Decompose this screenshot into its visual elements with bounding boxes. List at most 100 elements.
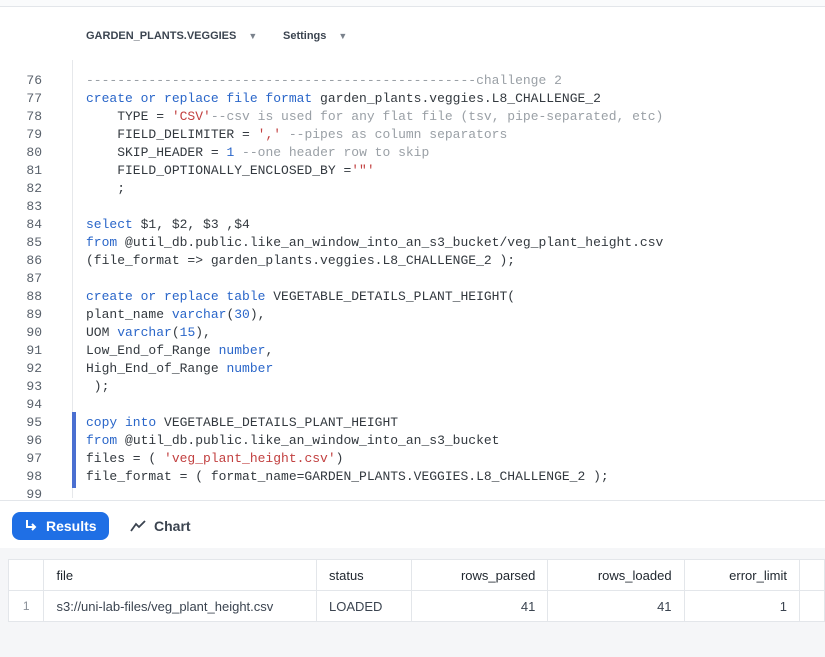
code-token: select (86, 217, 141, 232)
table-row[interactable]: 1 s3://uni-lab-files/veg_plant_height.cs… (7, 590, 825, 622)
code-line[interactable]: 90 UOM varchar(15), (0, 324, 825, 342)
code-token: 30 (234, 307, 250, 322)
code-token: Low_End_of_Range (86, 343, 219, 358)
tab-chart[interactable]: Chart (130, 512, 191, 540)
code-token: file_format = ( format_name=GARDEN_PLANT… (86, 469, 609, 484)
column-header-rows-loaded[interactable]: rows_loaded (547, 559, 685, 591)
code-line[interactable]: 81 FIELD_OPTIONALLY_ENCLOSED_BY ='"' (0, 162, 825, 180)
code-line[interactable]: 84 select $1, $2, $3 ,$4 (0, 216, 825, 234)
code-text: create or replace file format garden_pla… (86, 90, 601, 108)
database-context-selector[interactable]: GARDEN_PLANTS.VEGGIES ▼ (86, 30, 257, 42)
line-number: 99 (26, 487, 42, 498)
code-line[interactable]: 82 ; (0, 180, 825, 198)
code-line[interactable]: 97 files = ( 'veg_plant_height.csv') (0, 450, 825, 468)
line-number: 79 (26, 127, 42, 142)
code-token: 'veg_plant_height.csv' (164, 451, 336, 466)
chevron-down-icon: ▼ (338, 31, 348, 41)
code-token: TYPE = (86, 109, 172, 124)
code-token: number (218, 343, 266, 358)
code-line[interactable]: 94 (0, 396, 825, 414)
code-line[interactable]: 95 copy into VEGETABLE_DETAILS_PLANT_HEIG… (0, 414, 825, 432)
code-line[interactable]: 99 (0, 486, 825, 498)
line-number: 91 (26, 343, 42, 358)
settings-label: Settings (283, 30, 327, 42)
line-number: 83 (26, 199, 42, 214)
code-token: ----------------------------------------… (86, 73, 562, 88)
column-header-rows-parsed[interactable]: rows_parsed (411, 559, 549, 591)
code-text: FIELD_DELIMITER = ',' --pipes as column … (86, 126, 507, 144)
settings-menu[interactable]: Settings ▼ (283, 30, 347, 42)
tab-results-label: Results (46, 518, 97, 534)
column-header-file[interactable]: file (43, 559, 317, 591)
line-chart-icon (130, 519, 146, 533)
code-text: FIELD_OPTIONALLY_ENCLOSED_BY ='"' (86, 162, 374, 180)
worksheet-toolbar: GARDEN_PLANTS.VEGGIES ▼ Settings ▼ (0, 22, 825, 52)
line-number: 93 (26, 379, 42, 394)
code-text: file_format = ( format_name=GARDEN_PLANT… (86, 468, 609, 486)
code-token: create or replace table (86, 289, 274, 304)
top-border (0, 0, 825, 7)
code-line[interactable]: 96 from @util_db.public.like_an_window_in… (0, 432, 825, 450)
column-header-overflow (798, 559, 825, 591)
code-token: (file_format => garden_plants.veggies.L8… (86, 253, 516, 268)
code-token: from (86, 433, 126, 448)
code-text: Low_End_of_Range number, (86, 342, 273, 360)
database-context-label: GARDEN_PLANTS.VEGGIES (86, 30, 237, 42)
return-arrow-icon (24, 519, 38, 533)
code-token: ); (86, 379, 110, 394)
code-token: VEGETABLE_DETAILS_PLANT_HEIGHT (164, 415, 399, 430)
code-line[interactable]: 93 ); (0, 378, 825, 396)
code-line[interactable]: 98 file_format = ( format_name=GARDEN_PLA… (0, 468, 825, 486)
code-token: @util_db.public.like_an_window_into_an_s… (125, 433, 500, 448)
pane-divider[interactable] (0, 500, 825, 501)
column-header-status[interactable]: status (315, 559, 413, 591)
code-text: from @util_db.public.like_an_window_into… (86, 234, 663, 252)
chevron-down-icon: ▼ (248, 31, 258, 41)
code-line[interactable]: 92 High_End_of_Range number (0, 360, 825, 378)
code-token: SKIP_HEADER = (86, 145, 227, 160)
code-token: ), (195, 325, 211, 340)
code-token: $1, $2, $3 ,$4 (140, 217, 250, 232)
code-line[interactable]: 76 --------------------------------------… (0, 72, 825, 90)
line-number: 94 (26, 397, 42, 412)
cell-status[interactable]: LOADED (315, 590, 413, 622)
cell-overflow (798, 590, 825, 622)
code-text: SKIP_HEADER = 1 --one header row to skip (86, 144, 429, 162)
code-line[interactable]: 78 TYPE = 'CSV'--csv is used for any fla… (0, 108, 825, 126)
code-text: copy into VEGETABLE_DETAILS_PLANT_HEIGHT (86, 414, 398, 432)
line-number: 98 (26, 469, 42, 484)
code-line[interactable]: 87 (0, 270, 825, 288)
tab-results[interactable]: Results (12, 512, 109, 540)
code-token: --pipes as column separators (281, 127, 508, 142)
line-number: 89 (26, 307, 42, 322)
code-token: ( (171, 325, 180, 340)
line-number: 88 (26, 289, 42, 304)
code-line[interactable]: 80 SKIP_HEADER = 1 --one header row to s… (0, 144, 825, 162)
code-text: High_End_of_Range number (86, 360, 273, 378)
code-line[interactable]: 91 Low_End_of_Range number, (0, 342, 825, 360)
cell-error-limit[interactable]: 1 (683, 590, 800, 622)
code-editor[interactable]: 76 --------------------------------------… (0, 60, 825, 498)
code-text: ; (86, 180, 125, 198)
column-header-error-limit[interactable]: error_limit (683, 559, 800, 591)
line-number: 77 (26, 91, 42, 106)
code-line[interactable]: 86 (file_format => garden_plants.veggies.… (0, 252, 825, 270)
line-number: 96 (26, 433, 42, 448)
code-line[interactable]: 85 from @util_db.public.like_an_window_in… (0, 234, 825, 252)
code-token: ',' (257, 127, 282, 142)
code-line[interactable]: 77 create or replace file format garden_p… (0, 90, 825, 108)
code-line[interactable]: 83 (0, 198, 825, 216)
cell-file[interactable]: s3://uni-lab-files/veg_plant_height.csv (43, 590, 317, 622)
line-number: 76 (26, 73, 42, 88)
line-number: 92 (26, 361, 42, 376)
cell-rows-loaded[interactable]: 41 (547, 590, 685, 622)
code-token: garden_plants.veggies.L8_CHALLENGE_2 (320, 91, 601, 106)
code-line[interactable]: 79 FIELD_DELIMITER = ',' --pipes as colu… (0, 126, 825, 144)
cell-rows-parsed[interactable]: 41 (411, 590, 549, 622)
code-text: from @util_db.public.like_an_window_into… (86, 432, 499, 450)
line-number: 82 (26, 181, 42, 196)
line-number: 90 (26, 325, 42, 340)
code-line[interactable]: 88 create or replace table VEGETABLE_DETA… (0, 288, 825, 306)
code-line[interactable]: 89 plant_name varchar(30), (0, 306, 825, 324)
tab-chart-label: Chart (154, 518, 191, 534)
